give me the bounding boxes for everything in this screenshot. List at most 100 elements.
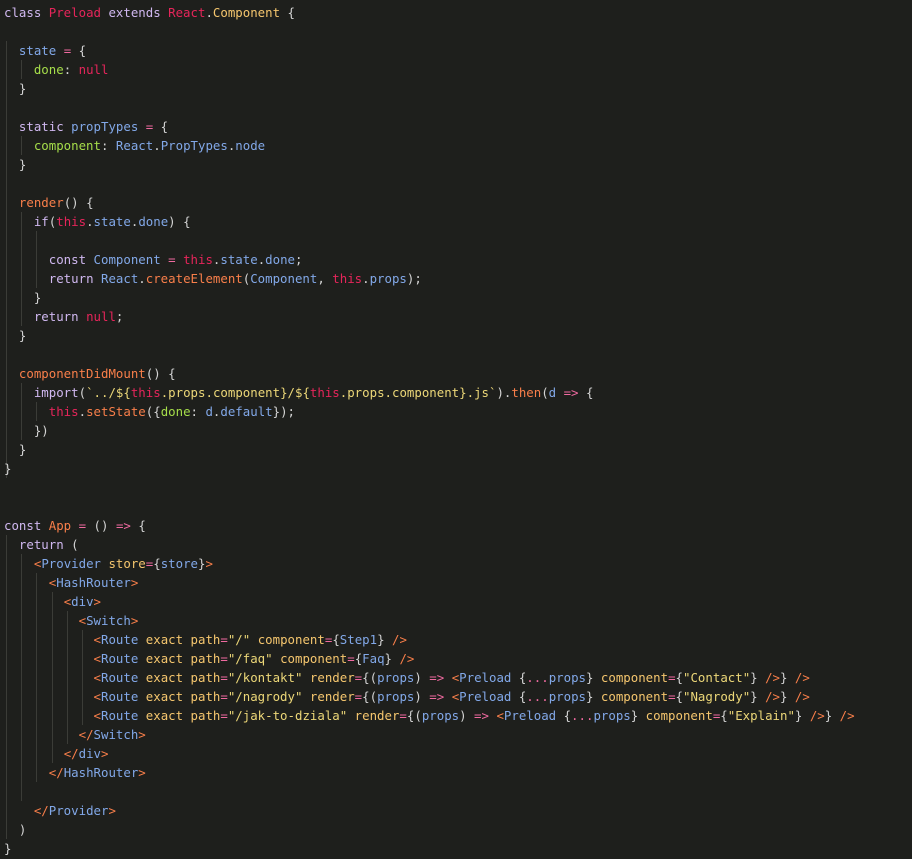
code-token: . xyxy=(78,404,87,419)
code-token: render xyxy=(302,689,355,704)
code-token: { xyxy=(280,5,295,20)
code-token: exact path xyxy=(138,708,221,723)
code-token: HashRouter xyxy=(56,575,131,590)
code-token: => xyxy=(115,518,131,533)
code-token: ). xyxy=(496,385,512,400)
code-token: . xyxy=(205,385,213,400)
code-token: render xyxy=(302,670,355,685)
code-token: = xyxy=(399,708,407,723)
code-token: } xyxy=(384,651,400,666)
code-token: /> xyxy=(399,651,415,666)
code-token: ; xyxy=(115,309,124,324)
code-token: Step1 xyxy=(339,632,378,647)
code-token: < xyxy=(93,670,101,685)
code-line: <Switch> xyxy=(4,611,139,630)
code-token: > xyxy=(130,575,139,590)
code-line: component: React.PropTypes.node xyxy=(4,136,265,155)
code-token: < xyxy=(93,632,101,647)
code-token: Route xyxy=(101,670,139,685)
code-token: } xyxy=(750,670,766,685)
code-token: </ xyxy=(78,727,94,742)
code-token: }.js` xyxy=(459,385,497,400)
code-token: component xyxy=(250,632,325,647)
code-token: } xyxy=(4,442,27,457)
code-token: state xyxy=(18,43,57,58)
code-token: = xyxy=(220,689,228,704)
code-token: . xyxy=(362,271,370,286)
code-token: .props.component xyxy=(339,385,460,400)
code-line: <HashRouter> xyxy=(4,573,139,592)
code-token: Preload xyxy=(459,670,512,685)
code-token: : xyxy=(190,404,206,419)
code-token: Component xyxy=(212,5,281,20)
code-token: div xyxy=(71,594,94,609)
code-line: <Provider store={store}> xyxy=(4,554,213,573)
code-token: { xyxy=(130,518,146,533)
code-token: this xyxy=(183,252,213,267)
code-token: Route xyxy=(101,632,139,647)
code-token: exact path xyxy=(138,670,221,685)
code-token: Route xyxy=(101,689,139,704)
code-token: class xyxy=(4,5,49,20)
code-token: "/kontakt" xyxy=(227,670,303,685)
code-line: done: null xyxy=(4,60,109,79)
code-editor[interactable]: class Preload extends React.Component { … xyxy=(0,0,912,859)
code-token: this xyxy=(332,271,363,286)
code-token: > xyxy=(93,594,102,609)
code-token: "/" xyxy=(227,632,251,647)
code-token: component xyxy=(272,651,348,666)
code-token: { xyxy=(78,43,87,58)
code-line: } xyxy=(4,79,26,98)
code-token: ({ xyxy=(145,404,161,419)
code-token: return xyxy=(18,537,72,552)
code-token: done xyxy=(138,214,169,229)
code-token: Faq xyxy=(362,651,385,666)
code-token: = xyxy=(220,632,228,647)
code-token: props xyxy=(421,708,460,723)
code-token: props xyxy=(593,708,631,723)
code-token: < xyxy=(78,613,87,628)
code-token: state xyxy=(220,252,258,267)
code-token: . xyxy=(138,271,146,286)
code-token: ) xyxy=(4,822,27,837)
code-token: props xyxy=(548,670,586,685)
code-token: = xyxy=(71,518,94,533)
code-token: : xyxy=(100,138,116,153)
code-token: } xyxy=(824,708,840,723)
code-token: ; xyxy=(295,252,303,267)
code-token: /> xyxy=(794,670,810,685)
code-token: App xyxy=(48,518,72,533)
code-line: <Route exact path="/nagrody" render={(pr… xyxy=(4,687,810,706)
code-token: { xyxy=(675,670,684,685)
code-token: props xyxy=(377,689,415,704)
code-token: = xyxy=(138,119,161,134)
code-token: } xyxy=(4,81,27,96)
code-line: <Route exact path="/faq" component={Faq}… xyxy=(4,649,415,668)
code-token: props xyxy=(168,385,206,400)
code-token: = xyxy=(220,651,228,666)
code-token: : xyxy=(63,62,79,77)
code-token: Preload xyxy=(459,689,512,704)
code-token: "Nagrody" xyxy=(683,689,751,704)
code-token: > xyxy=(138,727,146,742)
code-token: }/${ xyxy=(280,385,310,400)
code-token: Route xyxy=(101,651,139,666)
code-line: </Switch> xyxy=(4,725,146,744)
code-token: then xyxy=(511,385,542,400)
code-line: if(this.state.done) { xyxy=(4,212,191,231)
code-token: => xyxy=(474,708,489,723)
code-token: propTypes xyxy=(71,119,139,134)
code-token: => xyxy=(429,670,445,685)
code-token: > xyxy=(101,746,109,761)
code-token: . xyxy=(153,138,161,153)
code-token: store xyxy=(101,556,146,571)
code-token: import xyxy=(33,385,79,400)
